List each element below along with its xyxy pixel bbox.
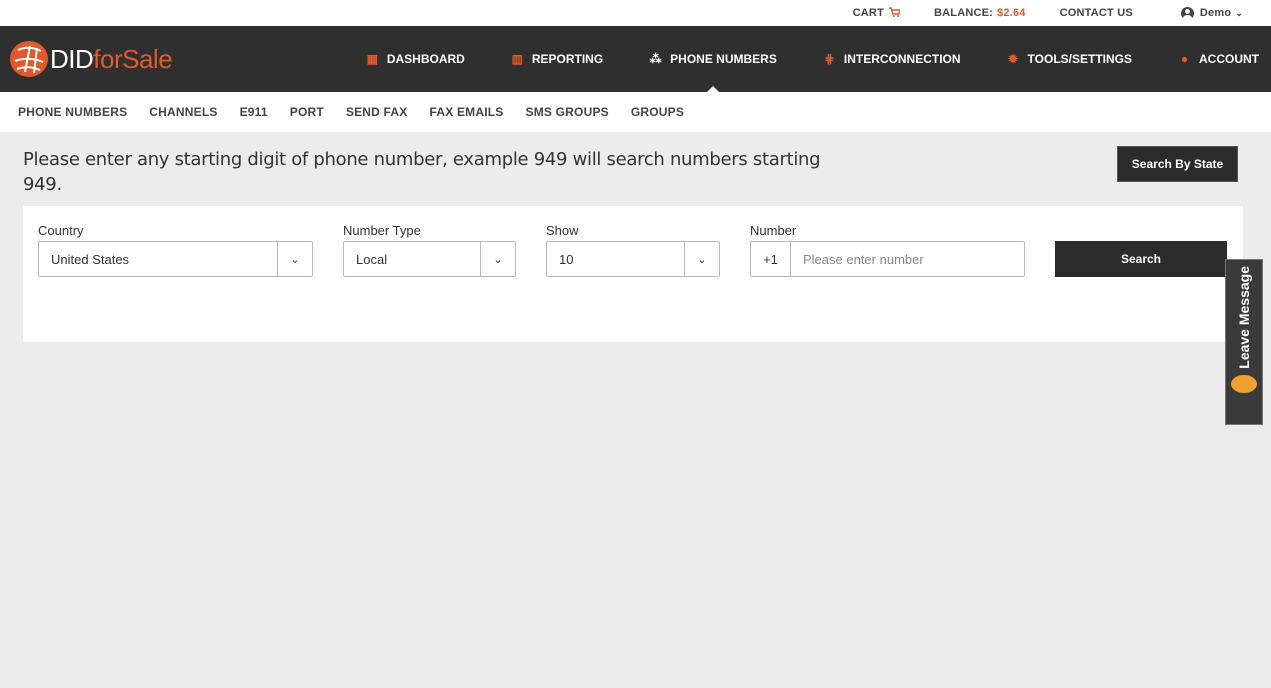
subnav-sms-groups[interactable]: SMS GROUPS xyxy=(526,105,609,119)
nav-phone-numbers[interactable]: ⁂ PHONE NUMBERS xyxy=(649,26,777,92)
dashboard-icon: ▦ xyxy=(366,52,378,66)
show-select[interactable]: 10 ⌄ xyxy=(546,241,720,277)
subnav-e911[interactable]: E911 xyxy=(240,105,268,119)
nav-dashboard-label: DASHBOARD xyxy=(386,52,465,66)
brand-logo[interactable]: DIDforSale xyxy=(10,41,173,77)
subnav-groups[interactable]: GROUPS xyxy=(631,105,684,119)
contact-us-link[interactable]: CONTACT US xyxy=(1060,7,1133,19)
search-button[interactable]: Search xyxy=(1055,241,1227,277)
phone-icon: ⁂ xyxy=(649,52,662,66)
number-type-select[interactable]: Local ⌄ xyxy=(343,241,516,277)
number-field: +1 xyxy=(750,241,1025,277)
main-nav-items: ▦ DASHBOARD ▥ REPORTING ⁂ PHONE NUMBERS … xyxy=(366,26,1271,92)
user-name: Demo xyxy=(1199,7,1232,19)
cart-label: CART xyxy=(852,7,884,19)
cart-link[interactable]: CART xyxy=(852,6,901,20)
chevron-down-icon: ⌄ xyxy=(1235,7,1243,18)
balance-label: BALANCE: xyxy=(934,7,994,19)
user-menu[interactable]: Demo ⌄ xyxy=(1180,6,1243,20)
logo-globe-icon xyxy=(10,41,48,77)
subnav-send-fax[interactable]: SEND FAX xyxy=(346,105,408,119)
sub-navigation: PHONE NUMBERS CHANNELS E911 PORT SEND FA… xyxy=(0,92,1271,132)
leave-message-widget[interactable]: Leave Message xyxy=(1225,259,1263,425)
chevron-down-icon: ⌄ xyxy=(277,242,312,276)
top-utility-bar: CART BALANCE: $2.64 CONTACT US Demo ⌄ xyxy=(0,0,1271,26)
chat-bubble-icon xyxy=(1231,374,1257,393)
gear-icon: ✹ xyxy=(1008,52,1019,66)
country-code-prefix: +1 xyxy=(751,242,791,276)
chevron-down-icon: ⌄ xyxy=(684,242,719,276)
chart-icon: ▥ xyxy=(511,52,523,66)
subnav-channels[interactable]: CHANNELS xyxy=(149,105,217,119)
user-circle-icon xyxy=(1180,6,1194,20)
brand-name: DIDforSale xyxy=(50,43,173,74)
balance: BALANCE: $2.64 xyxy=(934,7,1026,19)
subnav-port[interactable]: PORT xyxy=(290,105,324,119)
country-value: United States xyxy=(51,251,130,267)
country-label: Country xyxy=(38,223,84,238)
number-type-value: Local xyxy=(356,251,388,267)
nav-tools-settings-label: TOOLS/SETTINGS xyxy=(1027,52,1132,66)
search-instruction: Please enter any starting digit of phone… xyxy=(23,149,821,195)
number-type-label: Number Type xyxy=(343,223,421,238)
nav-phone-numbers-label: PHONE NUMBERS xyxy=(670,52,777,66)
nav-account[interactable]: ● ACCOUNT xyxy=(1178,26,1259,92)
leave-message-label: Leave Message xyxy=(1236,266,1252,369)
nav-account-label: ACCOUNT xyxy=(1199,52,1259,66)
nav-reporting[interactable]: ▥ REPORTING xyxy=(511,26,604,92)
subnav-phone-numbers[interactable]: PHONE NUMBERS xyxy=(18,105,127,119)
main-navigation: DIDforSale ▦ DASHBOARD ▥ REPORTING ⁂ PHO… xyxy=(0,26,1271,92)
show-value: 10 xyxy=(559,251,574,267)
search-by-state-button[interactable]: Search By State xyxy=(1117,146,1238,182)
sliders-icon: ⋕ xyxy=(824,52,835,66)
balance-value: $2.64 xyxy=(997,7,1026,19)
nav-tools-settings[interactable]: ✹ TOOLS/SETTINGS xyxy=(1007,26,1132,92)
contact-label: CONTACT US xyxy=(1059,7,1133,19)
nav-interconnection-label: INTERCONNECTION xyxy=(843,52,961,66)
show-label: Show xyxy=(546,223,579,238)
nav-reporting-label: REPORTING xyxy=(531,52,604,66)
nav-interconnection[interactable]: ⋕ INTERCONNECTION xyxy=(823,26,961,92)
user-icon: ● xyxy=(1180,52,1189,66)
cart-icon xyxy=(889,6,901,20)
country-select[interactable]: United States ⌄ xyxy=(38,241,313,277)
nav-dashboard[interactable]: ▦ DASHBOARD xyxy=(366,26,465,92)
chevron-down-icon: ⌄ xyxy=(480,242,515,276)
number-label: Number xyxy=(750,223,797,238)
number-input[interactable] xyxy=(791,242,1024,276)
subnav-fax-emails[interactable]: FAX EMAILS xyxy=(430,105,504,119)
